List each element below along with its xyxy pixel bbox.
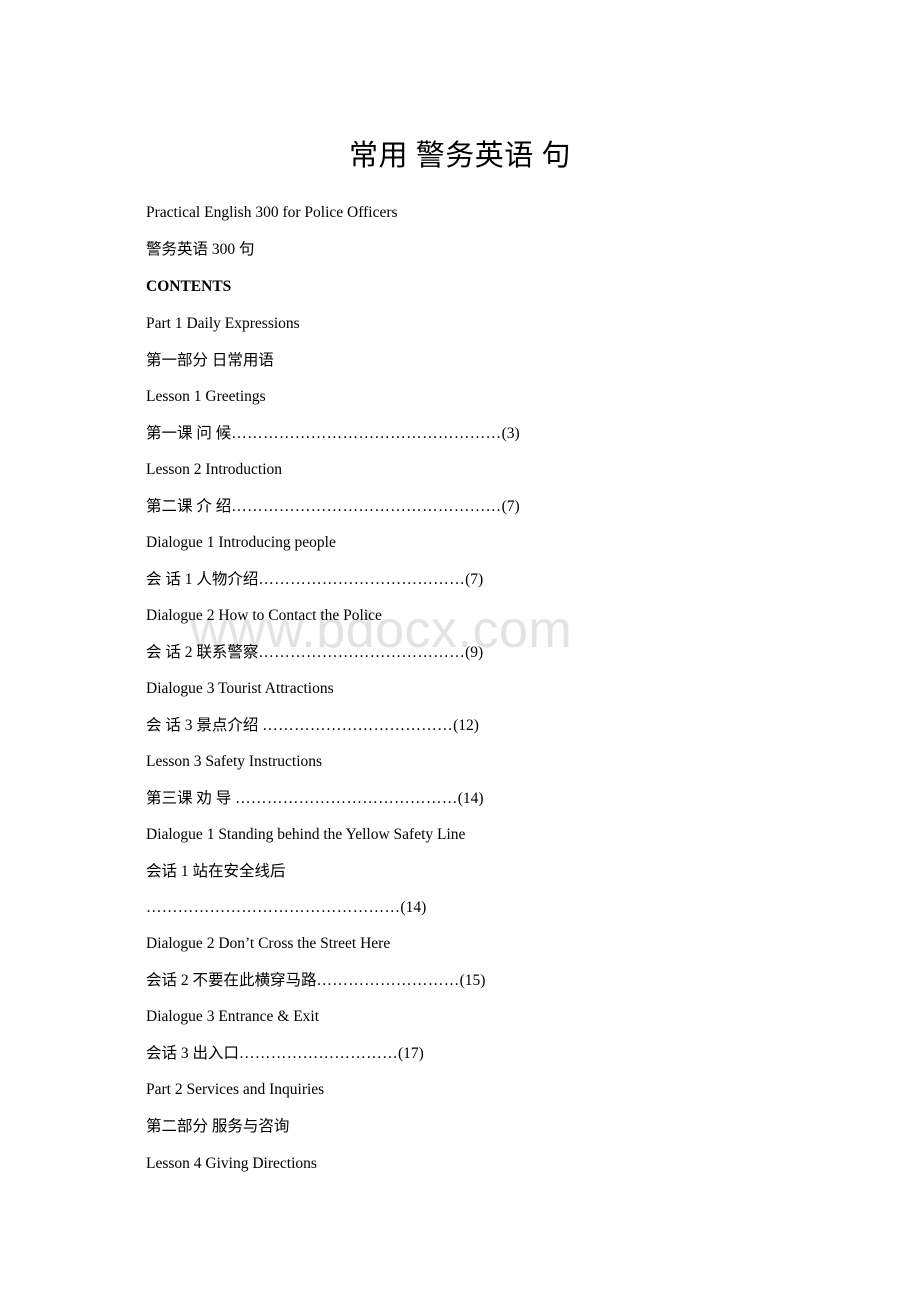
toc-dialogue-3-1-leader[interactable]: …………………………………………(14): [146, 898, 426, 918]
toc-dot-leader: ……………………………………………: [231, 498, 502, 515]
toc-dialogue-1-2[interactable]: 会 话 2 联系警察…………………………………(9): [146, 643, 483, 663]
toc-dot-leader: ………………………………: [262, 717, 454, 734]
toc-dot-leader: …………………………: [239, 1045, 399, 1062]
dialogue-1-3-en: Dialogue 3 Tourist Attractions: [146, 680, 334, 697]
toc-entry-label: 会话 3 出入口: [146, 1045, 240, 1062]
toc-page-number: (12): [453, 717, 479, 734]
dialogue-3-2-en: Dialogue 2 Don’t Cross the Street Here: [146, 935, 391, 952]
toc-entry-label: 会话 1 站在安全线后: [146, 863, 286, 880]
toc-entry-label: 会 话 3 景点介绍: [146, 717, 263, 734]
toc-entry-label: 会 话 1 人物介绍: [146, 571, 259, 588]
toc-page-number: (7): [501, 498, 520, 515]
part-1-en: Part 1 Daily Expressions: [146, 315, 300, 332]
toc-dot-leader: …………………………………: [258, 571, 466, 588]
document-page: www.bdocx.com 常用 警务英语 句 Practical Englis…: [0, 0, 920, 1302]
dialogue-1-2-en: Dialogue 2 How to Contact the Police: [146, 607, 382, 624]
toc-dot-leader: ………………………: [316, 972, 460, 989]
lesson-3-en: Lesson 3 Safety Instructions: [146, 753, 323, 770]
subtitle-en: Practical English 300 for Police Officer…: [146, 204, 398, 221]
toc-entry-label: 会话 2 不要在此横穿马路: [146, 972, 317, 989]
toc-dot-leader: …………………………………: [258, 644, 466, 661]
toc-page-number: (9): [465, 644, 484, 661]
toc-lesson-1[interactable]: 第一课 问 候……………………………………………(3): [146, 424, 520, 444]
part-2-zh: 第二部分 服务与咨询: [146, 1118, 290, 1135]
toc-dialogue-3-3[interactable]: 会话 3 出入口…………………………(17): [146, 1044, 424, 1064]
toc-dialogue-1-1[interactable]: 会 话 1 人物介绍…………………………………(7): [146, 570, 483, 590]
toc-dialogue-3-1-label[interactable]: 会话 1 站在安全线后: [146, 862, 286, 882]
toc-page-number: (14): [400, 899, 427, 916]
page-title: 常用 警务英语 句: [348, 140, 571, 172]
toc-page-number: (17): [398, 1045, 424, 1062]
subtitle-zh: 警务英语 300 句: [146, 241, 255, 258]
contents-heading: CONTENTS: [146, 278, 232, 295]
toc-entry-label: 第二课 介 绍: [146, 498, 232, 515]
toc-dialogue-1-3[interactable]: 会 话 3 景点介绍 ………………………………(12): [146, 716, 479, 736]
toc-entry-label: 第一课 问 候: [146, 425, 232, 442]
toc-entry-label: 会 话 2 联系警察: [146, 644, 259, 661]
toc-entry-label: 第三课 劝 导: [146, 790, 236, 807]
toc-page-number: (3): [501, 425, 520, 442]
toc-lesson-2[interactable]: 第二课 介 绍……………………………………………(7): [146, 497, 520, 517]
toc-page-number: (14): [457, 790, 484, 807]
toc-page-number: (15): [459, 972, 486, 989]
toc-page-number: (7): [465, 571, 484, 588]
toc-dot-leader: ……………………………………: [235, 790, 458, 807]
dialogue-3-1-en: Dialogue 1 Standing behind the Yellow Sa…: [146, 826, 466, 843]
lesson-1-en: Lesson 1 Greetings: [146, 388, 266, 405]
part-2-en: Part 2 Services and Inquiries: [146, 1081, 325, 1098]
toc-dot-leader: ……………………………………………: [231, 425, 502, 442]
dialogue-1-1-en: Dialogue 1 Introducing people: [146, 534, 336, 551]
lesson-4-en: Lesson 4 Giving Directions: [146, 1155, 317, 1172]
part-1-zh: 第一部分 日常用语: [146, 352, 274, 369]
toc-lesson-3[interactable]: 第三课 劝 导 ……………………………………(14): [146, 789, 484, 809]
dialogue-3-3-en: Dialogue 3 Entrance & Exit: [146, 1008, 320, 1025]
lesson-2-en: Lesson 2 Introduction: [146, 461, 283, 478]
toc-dot-leader: …………………………………………: [146, 899, 401, 916]
toc-dialogue-3-2[interactable]: 会话 2 不要在此横穿马路………………………(15): [146, 971, 485, 991]
